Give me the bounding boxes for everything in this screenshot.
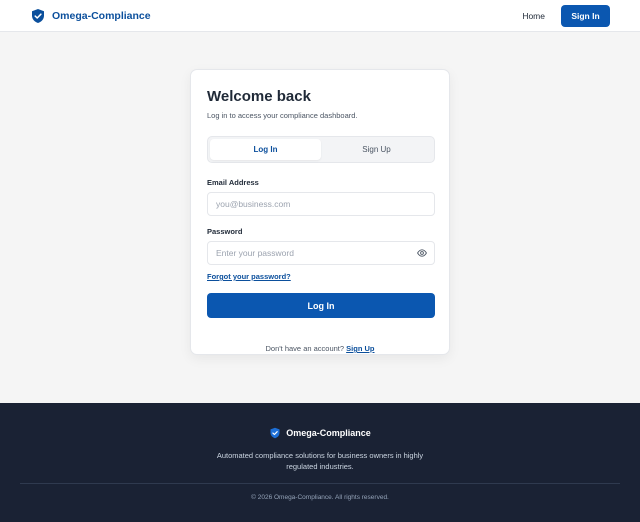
signup-prompt-line: Don't have an account? Sign Up: [191, 344, 449, 353]
footer-copyright: © 2026 Omega-Compliance. All rights rese…: [251, 494, 389, 501]
auth-tabs: Log In Sign Up: [207, 136, 435, 163]
footer-tagline: Automated compliance solutions for busin…: [216, 451, 424, 471]
nav: Home Sign In: [522, 4, 610, 27]
footer-brand-name: Omega-Compliance: [286, 428, 371, 438]
sign-in-button[interactable]: Sign In: [561, 4, 610, 27]
card-subtitle: Log in to access your compliance dashboa…: [207, 111, 358, 120]
password-label: Password: [207, 227, 243, 236]
signup-prompt-text: Don't have an account?: [265, 344, 345, 353]
password-field[interactable]: [207, 241, 435, 265]
email-field[interactable]: [207, 192, 435, 216]
card-title: Welcome back: [207, 88, 311, 105]
footer-shield-check-icon: [269, 427, 281, 439]
footer: Omega-Compliance Automated compliance so…: [0, 403, 640, 522]
brand-name: Omega-Compliance: [52, 9, 151, 22]
signup-link[interactable]: Sign Up: [346, 344, 374, 353]
log-in-submit-button[interactable]: Log In: [207, 293, 435, 318]
forgot-password-link[interactable]: Forgot your password?: [207, 272, 291, 281]
brand[interactable]: Omega-Compliance: [30, 8, 151, 24]
nav-home-link[interactable]: Home: [522, 11, 545, 21]
shield-check-icon: [30, 8, 46, 24]
eye-icon[interactable]: [417, 248, 427, 258]
tab-sign-up[interactable]: Sign Up: [321, 139, 432, 160]
tab-log-in[interactable]: Log In: [210, 139, 321, 160]
email-label: Email Address: [207, 178, 259, 187]
footer-divider: [20, 483, 620, 484]
footer-brand: Omega-Compliance: [0, 427, 640, 439]
login-card: Welcome back Log in to access your compl…: [190, 69, 450, 355]
top-navbar: Omega-Compliance Home Sign In: [0, 0, 640, 32]
